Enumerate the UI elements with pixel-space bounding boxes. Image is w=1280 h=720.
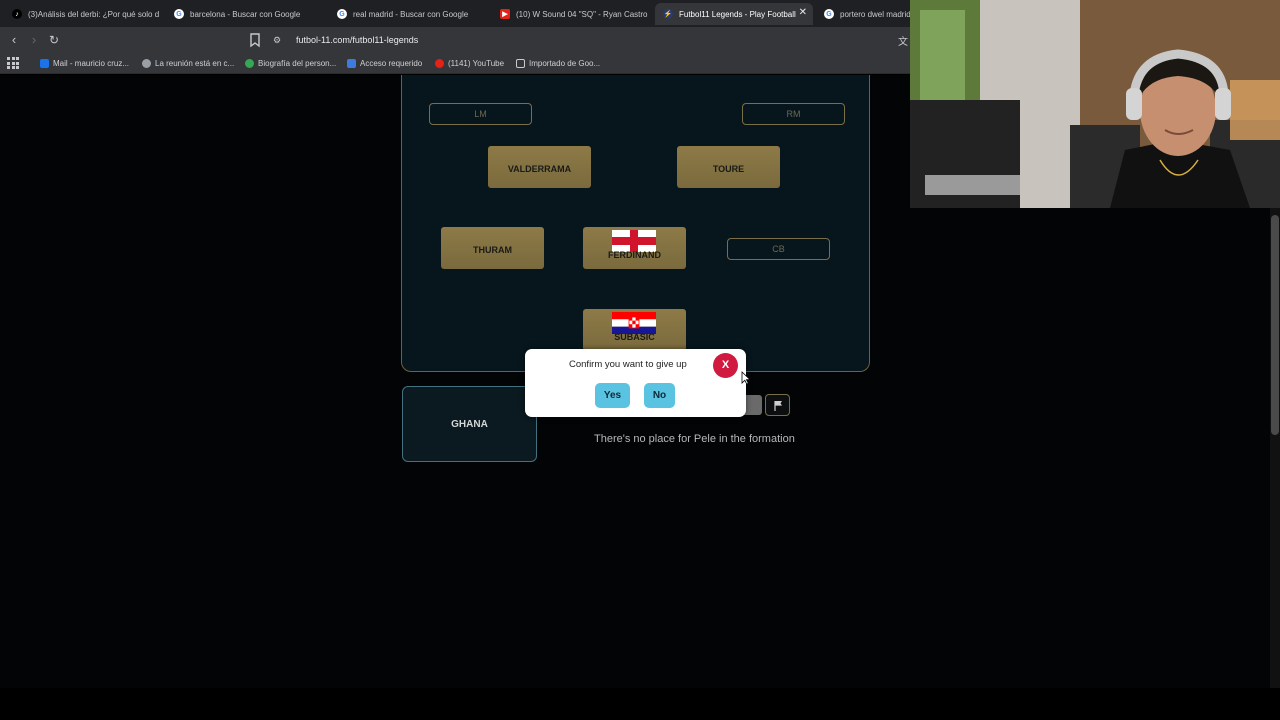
dropbox-icon — [347, 59, 356, 68]
dialog-close-button[interactable]: X — [713, 353, 738, 378]
address-bar[interactable]: ⚙ futbol-11.com/futbol11-legends — [270, 30, 910, 50]
google-icon: G — [824, 9, 834, 19]
bookmark-reunion[interactable]: La reunión está en c... — [142, 56, 234, 71]
bookmark-label: (1141) YouTube — [448, 59, 505, 68]
google-icon — [245, 59, 254, 68]
tab-title: real madrid - Buscar con Google — [353, 9, 469, 19]
dialog-message: Confirm you want to give up — [569, 359, 687, 370]
google-icon: G — [174, 9, 184, 19]
slot-lm[interactable]: LM — [429, 103, 532, 125]
forward-arrow-icon[interactable]: › — [26, 32, 42, 48]
no-button[interactable]: No — [644, 383, 675, 408]
globe-icon — [142, 59, 151, 68]
outlook-icon — [40, 59, 49, 68]
back-arrow-icon[interactable]: ‹ — [6, 32, 22, 48]
formation-pitch: LM RM VALDERRAMA TOURE THURAM FERDINAND … — [401, 75, 870, 372]
reload-icon[interactable]: ↻ — [46, 32, 62, 48]
folder-icon — [516, 59, 525, 68]
player-name: THURAM — [473, 245, 512, 255]
give-up-button[interactable] — [765, 394, 790, 416]
youtube-icon — [435, 59, 444, 68]
tab-title: portero dwel madrid — [840, 9, 910, 19]
team-card: GHANA — [402, 386, 537, 462]
bookmark-icon[interactable] — [248, 32, 262, 48]
player-card-subasic[interactable]: SUBASIC — [583, 309, 686, 351]
webcam-overlay — [910, 0, 1280, 208]
tab-youtube[interactable]: ▶ (10) W Sound 04 "SQ" - Ryan Castro — [492, 3, 652, 25]
tab-real-madrid[interactable]: G real madrid - Buscar con Google — [329, 3, 491, 25]
futbol11-icon: ⚡ — [663, 9, 673, 19]
yes-button[interactable]: Yes — [595, 383, 630, 408]
status-message: There's no place for Pele in the formati… — [594, 433, 795, 445]
slot-cb[interactable]: CB — [727, 238, 830, 260]
translate-icon[interactable]: 文 — [898, 33, 908, 48]
confirm-dialog: Confirm you want to give up X Yes No — [525, 349, 746, 417]
tab-portero[interactable]: G portero dwel madrid — [816, 3, 910, 25]
bookmark-label: Acceso requerido — [360, 59, 423, 68]
player-card-valderrama[interactable]: VALDERRAMA — [488, 146, 591, 188]
apps-grid-icon[interactable] — [7, 57, 19, 69]
tab-strip: ♪ (3)Análisis del derbi: ¿Por qué solo d… — [0, 0, 910, 27]
tab-futbol11[interactable]: ⚡ Futbol11 Legends - Play Football ✕ — [655, 3, 813, 25]
browser-toolbar: ‹ › ↻ ⚙ futbol-11.com/futbol11-legends 文 — [0, 27, 910, 53]
bottom-bar — [0, 688, 1280, 720]
tiktok-icon: ♪ — [12, 9, 22, 19]
tab-tiktok[interactable]: ♪ (3)Análisis del derbi: ¿Por qué solo d — [4, 3, 164, 25]
player-name: TOURE — [712, 164, 745, 174]
tab-barcelona[interactable]: G barcelona - Buscar con Google — [166, 3, 328, 25]
bookmark-youtube[interactable]: (1141) YouTube — [435, 56, 504, 71]
youtube-icon: ▶ — [500, 9, 510, 19]
bookmark-acceso[interactable]: Acceso requerido — [347, 56, 422, 71]
site-info-icon[interactable]: ⚙ — [270, 33, 284, 47]
tab-title: barcelona - Buscar con Google — [190, 9, 301, 19]
tab-title: (10) W Sound 04 "SQ" - Ryan Castro — [516, 9, 648, 19]
player-card-toure[interactable]: TOURE — [677, 146, 780, 188]
mouse-cursor-icon — [741, 371, 751, 385]
slot-rm[interactable]: RM — [742, 103, 845, 125]
scrollbar-thumb[interactable] — [1271, 215, 1279, 435]
tab-title: Futbol11 Legends - Play Football — [679, 9, 796, 19]
streamer-webcam-image — [910, 0, 1280, 208]
bookmark-label: Importado de Goo... — [529, 59, 601, 68]
bookmarks-bar: Mail - mauricio cruz... La reunión está … — [0, 53, 910, 74]
flag-icon — [774, 401, 782, 411]
player-name: VALDERRAMA — [507, 164, 572, 174]
player-name: FERDINAND — [608, 250, 661, 260]
bookmark-mail[interactable]: Mail - mauricio cruz... — [40, 56, 129, 71]
croatia-flag-icon — [612, 312, 656, 334]
player-card-ferdinand[interactable]: FERDINAND — [583, 227, 686, 269]
bookmark-label: Biografía del person... — [258, 59, 337, 68]
google-icon: G — [337, 9, 347, 19]
close-icon[interactable]: ✕ — [799, 7, 807, 18]
player-name: SUBASIC — [614, 332, 655, 342]
bookmark-folder[interactable]: Importado de Goo... — [516, 56, 600, 71]
bookmark-label: Mail - mauricio cruz... — [53, 59, 130, 68]
bookmark-label: La reunión está en c... — [155, 59, 235, 68]
player-card-thuram[interactable]: THURAM — [441, 227, 544, 269]
url-text: futbol-11.com/futbol11-legends — [296, 35, 419, 45]
england-flag-icon — [612, 230, 656, 252]
bookmark-biografia[interactable]: Biografía del person... — [245, 56, 336, 71]
tab-title: (3)Análisis del derbi: ¿Por qué solo d — [28, 9, 160, 19]
